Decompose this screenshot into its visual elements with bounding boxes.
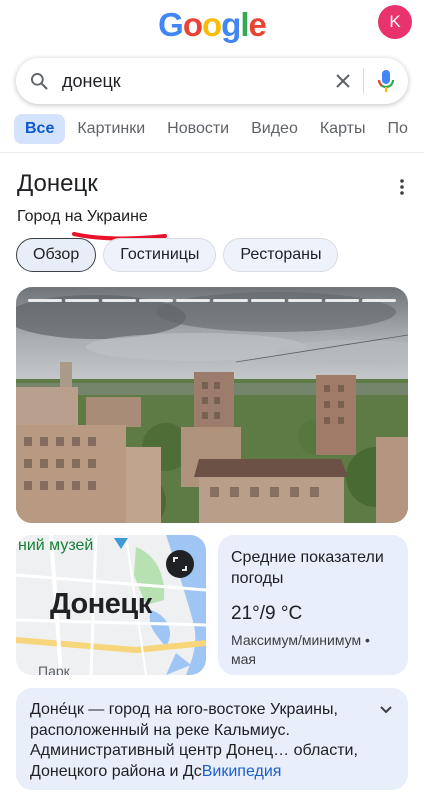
- photo-progress: [28, 299, 396, 302]
- city-photo[interactable]: [16, 287, 408, 523]
- map-card[interactable]: ний музей Донецк Парк: [16, 535, 206, 675]
- logo-letter: G: [158, 6, 184, 43]
- progress-segment: [65, 299, 100, 302]
- logo-letter: o: [201, 6, 222, 43]
- progress-segment: [102, 299, 137, 302]
- progress-segment: [287, 299, 322, 302]
- weather-note: Максимум/минимум • мая: [231, 632, 370, 667]
- page-title: Донецк: [17, 170, 98, 197]
- progress-segment: [28, 299, 63, 302]
- progress-segment: [361, 299, 396, 302]
- google-logo[interactable]: Google: [0, 6, 424, 46]
- tab-maps[interactable]: Карты: [310, 114, 376, 144]
- logo-letter: o: [182, 6, 203, 43]
- chip-restaurants[interactable]: Рестораны: [223, 238, 339, 272]
- tab-videos[interactable]: Видео: [241, 114, 308, 144]
- search-icon: [16, 58, 62, 104]
- weather-temperature: 21°/9 °C: [231, 603, 303, 624]
- search-tabs: Все Картинки Новости Видео Карты По: [14, 114, 424, 144]
- description-card[interactable]: Доне́цк — город на юго-востоке Украины, …: [16, 688, 408, 790]
- progress-segment: [176, 299, 211, 302]
- expand-icon[interactable]: [166, 550, 194, 578]
- map-label-museum: ний музей: [18, 537, 94, 554]
- description-body: Доне́цк — город на юго-востоке Украины, …: [30, 701, 358, 780]
- weather-title: Средние показатели погоды: [231, 549, 384, 587]
- logo-letter: g: [221, 6, 241, 43]
- progress-segment: [139, 299, 174, 302]
- wikipedia-link[interactable]: Википедия: [202, 763, 282, 780]
- more-vert-icon[interactable]: [394, 178, 410, 196]
- progress-segment: [250, 299, 285, 302]
- tab-all[interactable]: Все: [14, 114, 66, 144]
- description-text: Доне́цк — город на юго-востоке Украины, …: [30, 700, 368, 782]
- chevron-down-icon[interactable]: [378, 702, 394, 718]
- city-photo-illustration: [16, 287, 408, 523]
- tabs-divider: [0, 152, 424, 153]
- entity-subtitle: Город на Украине: [17, 208, 148, 225]
- logo-letter: l: [240, 6, 249, 43]
- weather-card[interactable]: Средние показатели погоды 21°/9 °C Макси…: [218, 535, 408, 675]
- progress-segment: [213, 299, 248, 302]
- close-icon[interactable]: [323, 58, 363, 104]
- progress-segment: [324, 299, 359, 302]
- kp-chips: Обзор Гостиницы Рестораны: [16, 238, 345, 272]
- tab-news[interactable]: Новости: [157, 114, 239, 144]
- map-label-city: Донецк: [50, 588, 152, 620]
- search-input[interactable]: донецк: [62, 71, 323, 92]
- chip-hotels[interactable]: Гостиницы: [103, 238, 217, 272]
- tab-images[interactable]: Картинки: [67, 114, 155, 144]
- search-box[interactable]: донецк: [16, 58, 408, 104]
- map-label-park: Парк: [38, 663, 70, 675]
- logo-letter: e: [248, 6, 267, 43]
- chip-overview[interactable]: Обзор: [16, 238, 97, 272]
- avatar[interactable]: K: [378, 5, 412, 39]
- mic-icon[interactable]: [364, 58, 408, 104]
- tab-more[interactable]: По: [377, 114, 417, 144]
